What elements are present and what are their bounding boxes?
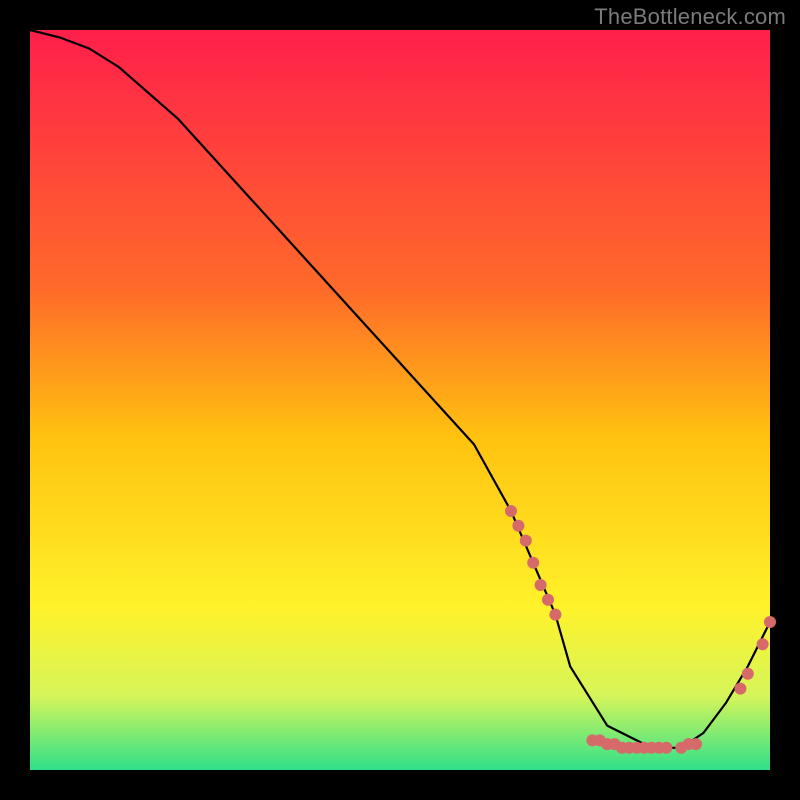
data-dot [527, 557, 539, 569]
data-dot [542, 594, 554, 606]
data-dot [764, 616, 776, 628]
chart-canvas [0, 0, 800, 800]
data-dot [520, 535, 532, 547]
data-dot [734, 683, 746, 695]
data-dot [742, 668, 754, 680]
data-dot [535, 579, 547, 591]
plot-background [30, 30, 770, 770]
data-dot [505, 505, 517, 517]
data-dot [660, 742, 672, 754]
data-dot [549, 609, 561, 621]
data-dot [757, 638, 769, 650]
data-dot [690, 738, 702, 750]
data-dot [512, 520, 524, 532]
